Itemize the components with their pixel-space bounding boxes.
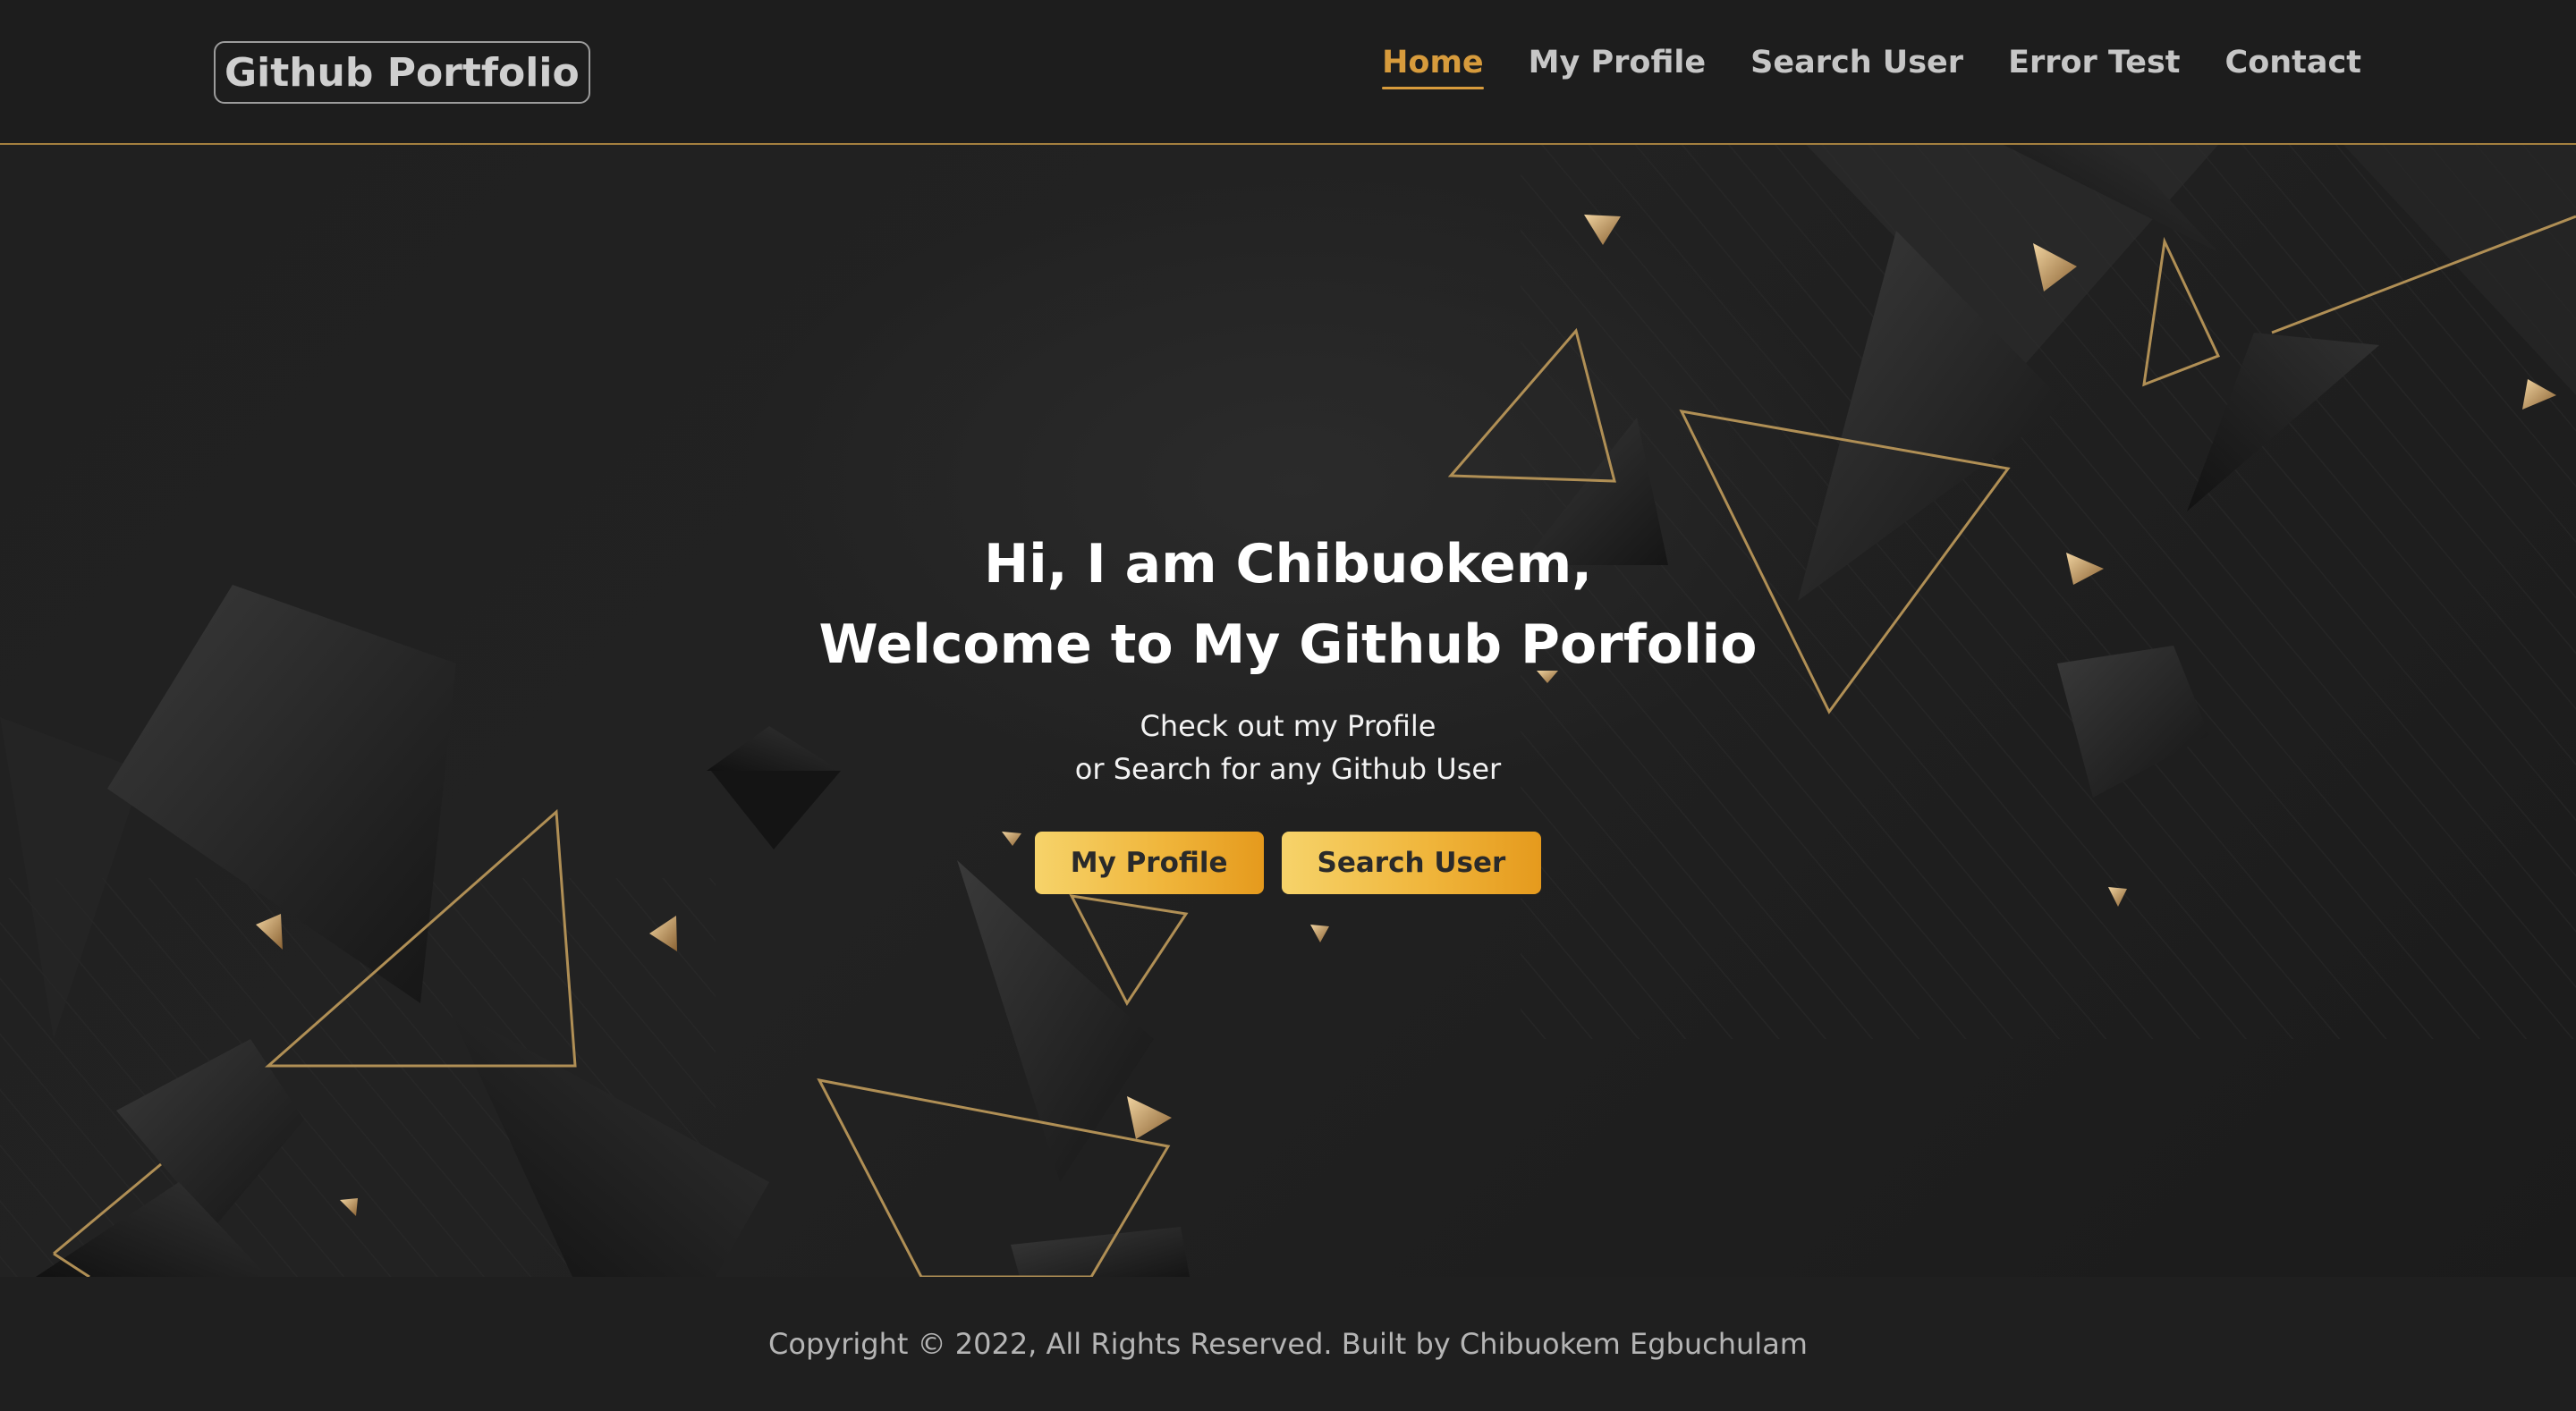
hero-content: Hi, I am Chibuokem, Welcome to My Github… — [0, 524, 2576, 894]
hero-section: Hi, I am Chibuokem, Welcome to My Github… — [0, 145, 2576, 1277]
hero-subtitle-line-1: Check out my Profile — [1140, 709, 1436, 743]
footer: Copyright © 2022, All Rights Reserved. B… — [0, 1277, 2576, 1411]
nav-link-my-profile[interactable]: My Profile — [1529, 45, 1706, 89]
navbar: Github Portfolio Home My Profile Search … — [0, 0, 2576, 145]
nav-links: Home My Profile Search User Error Test C… — [1382, 45, 2361, 89]
hero-title-line-1: Hi, I am Chibuokem, — [983, 533, 1593, 596]
nav-link-search-user[interactable]: Search User — [1750, 45, 1963, 89]
brand-logo[interactable]: Github Portfolio — [214, 41, 590, 104]
nav-link-contact[interactable]: Contact — [2225, 45, 2361, 89]
hero-buttons: My Profile Search User — [0, 832, 2576, 894]
hero-title-line-2: Welcome to My Github Porfolio — [818, 613, 1758, 676]
hero-subtitle-line-2: or Search for any Github User — [1074, 752, 1502, 786]
nav-link-home[interactable]: Home — [1382, 45, 1484, 89]
nav-link-error-test[interactable]: Error Test — [2008, 45, 2180, 89]
footer-copyright: Copyright © 2022, All Rights Reserved. B… — [768, 1327, 1808, 1361]
my-profile-button[interactable]: My Profile — [1034, 832, 1264, 894]
hero-title: Hi, I am Chibuokem, Welcome to My Github… — [0, 524, 2576, 685]
page: Github Portfolio Home My Profile Search … — [0, 0, 2576, 1411]
hero-subtitle: Check out my Profile or Search for any G… — [0, 705, 2576, 790]
search-user-button[interactable]: Search User — [1281, 832, 1542, 894]
